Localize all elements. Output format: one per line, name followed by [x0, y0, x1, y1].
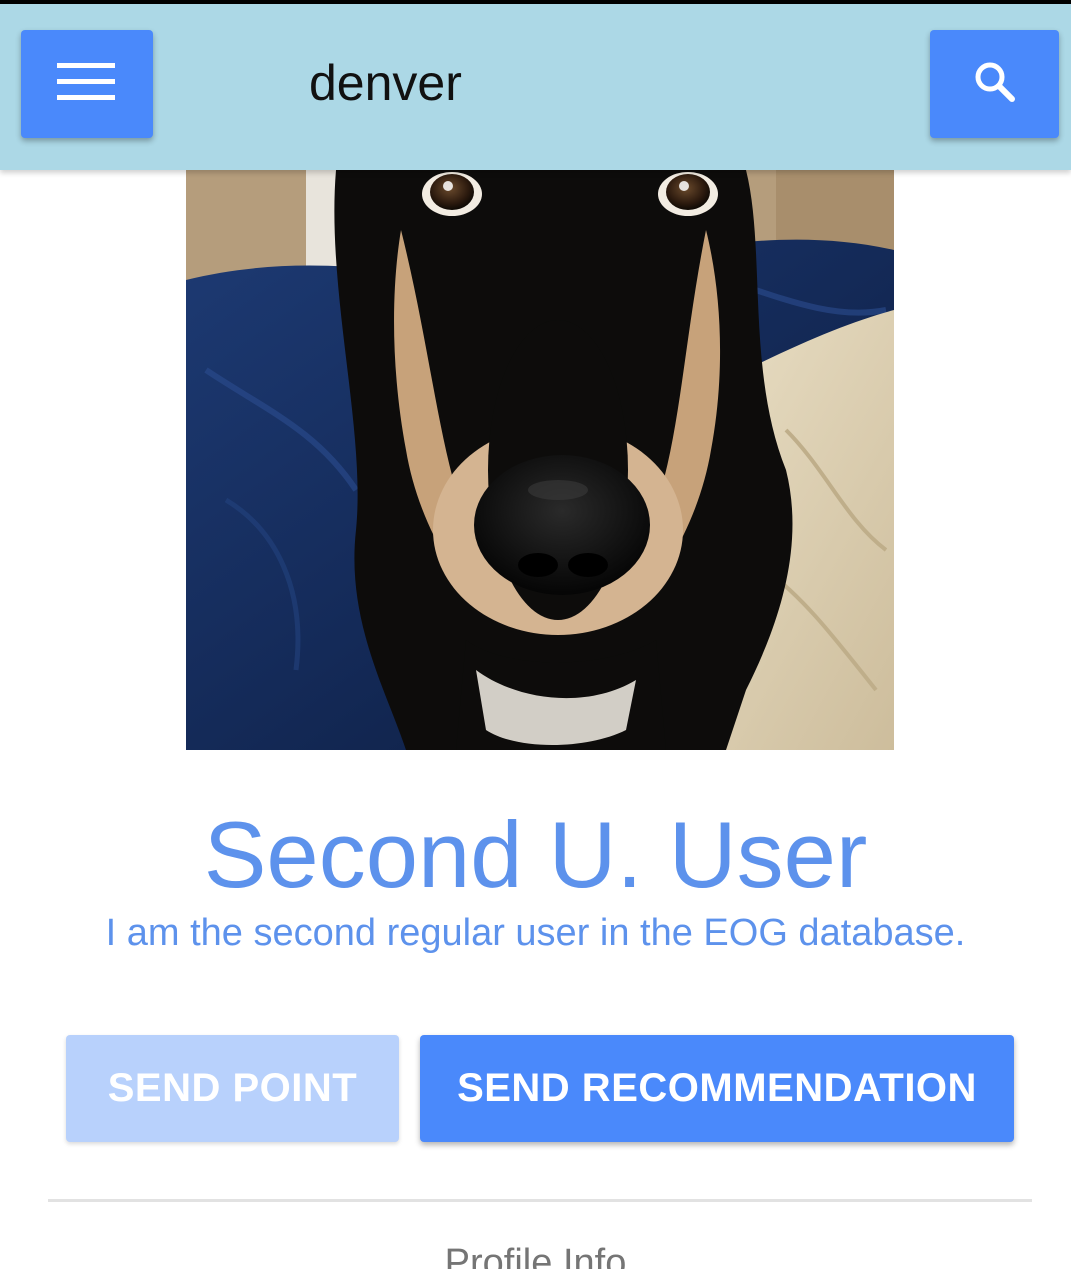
app-title: denver: [309, 55, 462, 111]
profile-bio: I am the second regular user in the EOG …: [105, 912, 966, 954]
profile-page: denver Second U. User I am the second re…: [0, 0, 1071, 1269]
menu-button[interactable]: [21, 30, 153, 138]
profile-photo: [186, 170, 894, 750]
search-icon: [973, 60, 1017, 109]
profile-name: Second U. User: [203, 802, 868, 907]
send-recommendation-button[interactable]: SEND RECOMMENDATION: [420, 1035, 1014, 1142]
search-button[interactable]: [930, 30, 1059, 138]
hamburger-menu-icon: [57, 62, 117, 107]
app-bar: denver: [0, 4, 1071, 170]
profile-info-heading: Profile Info: [444, 1242, 627, 1269]
send-point-button[interactable]: SEND POINT: [66, 1035, 399, 1142]
section-divider: [48, 1199, 1032, 1202]
